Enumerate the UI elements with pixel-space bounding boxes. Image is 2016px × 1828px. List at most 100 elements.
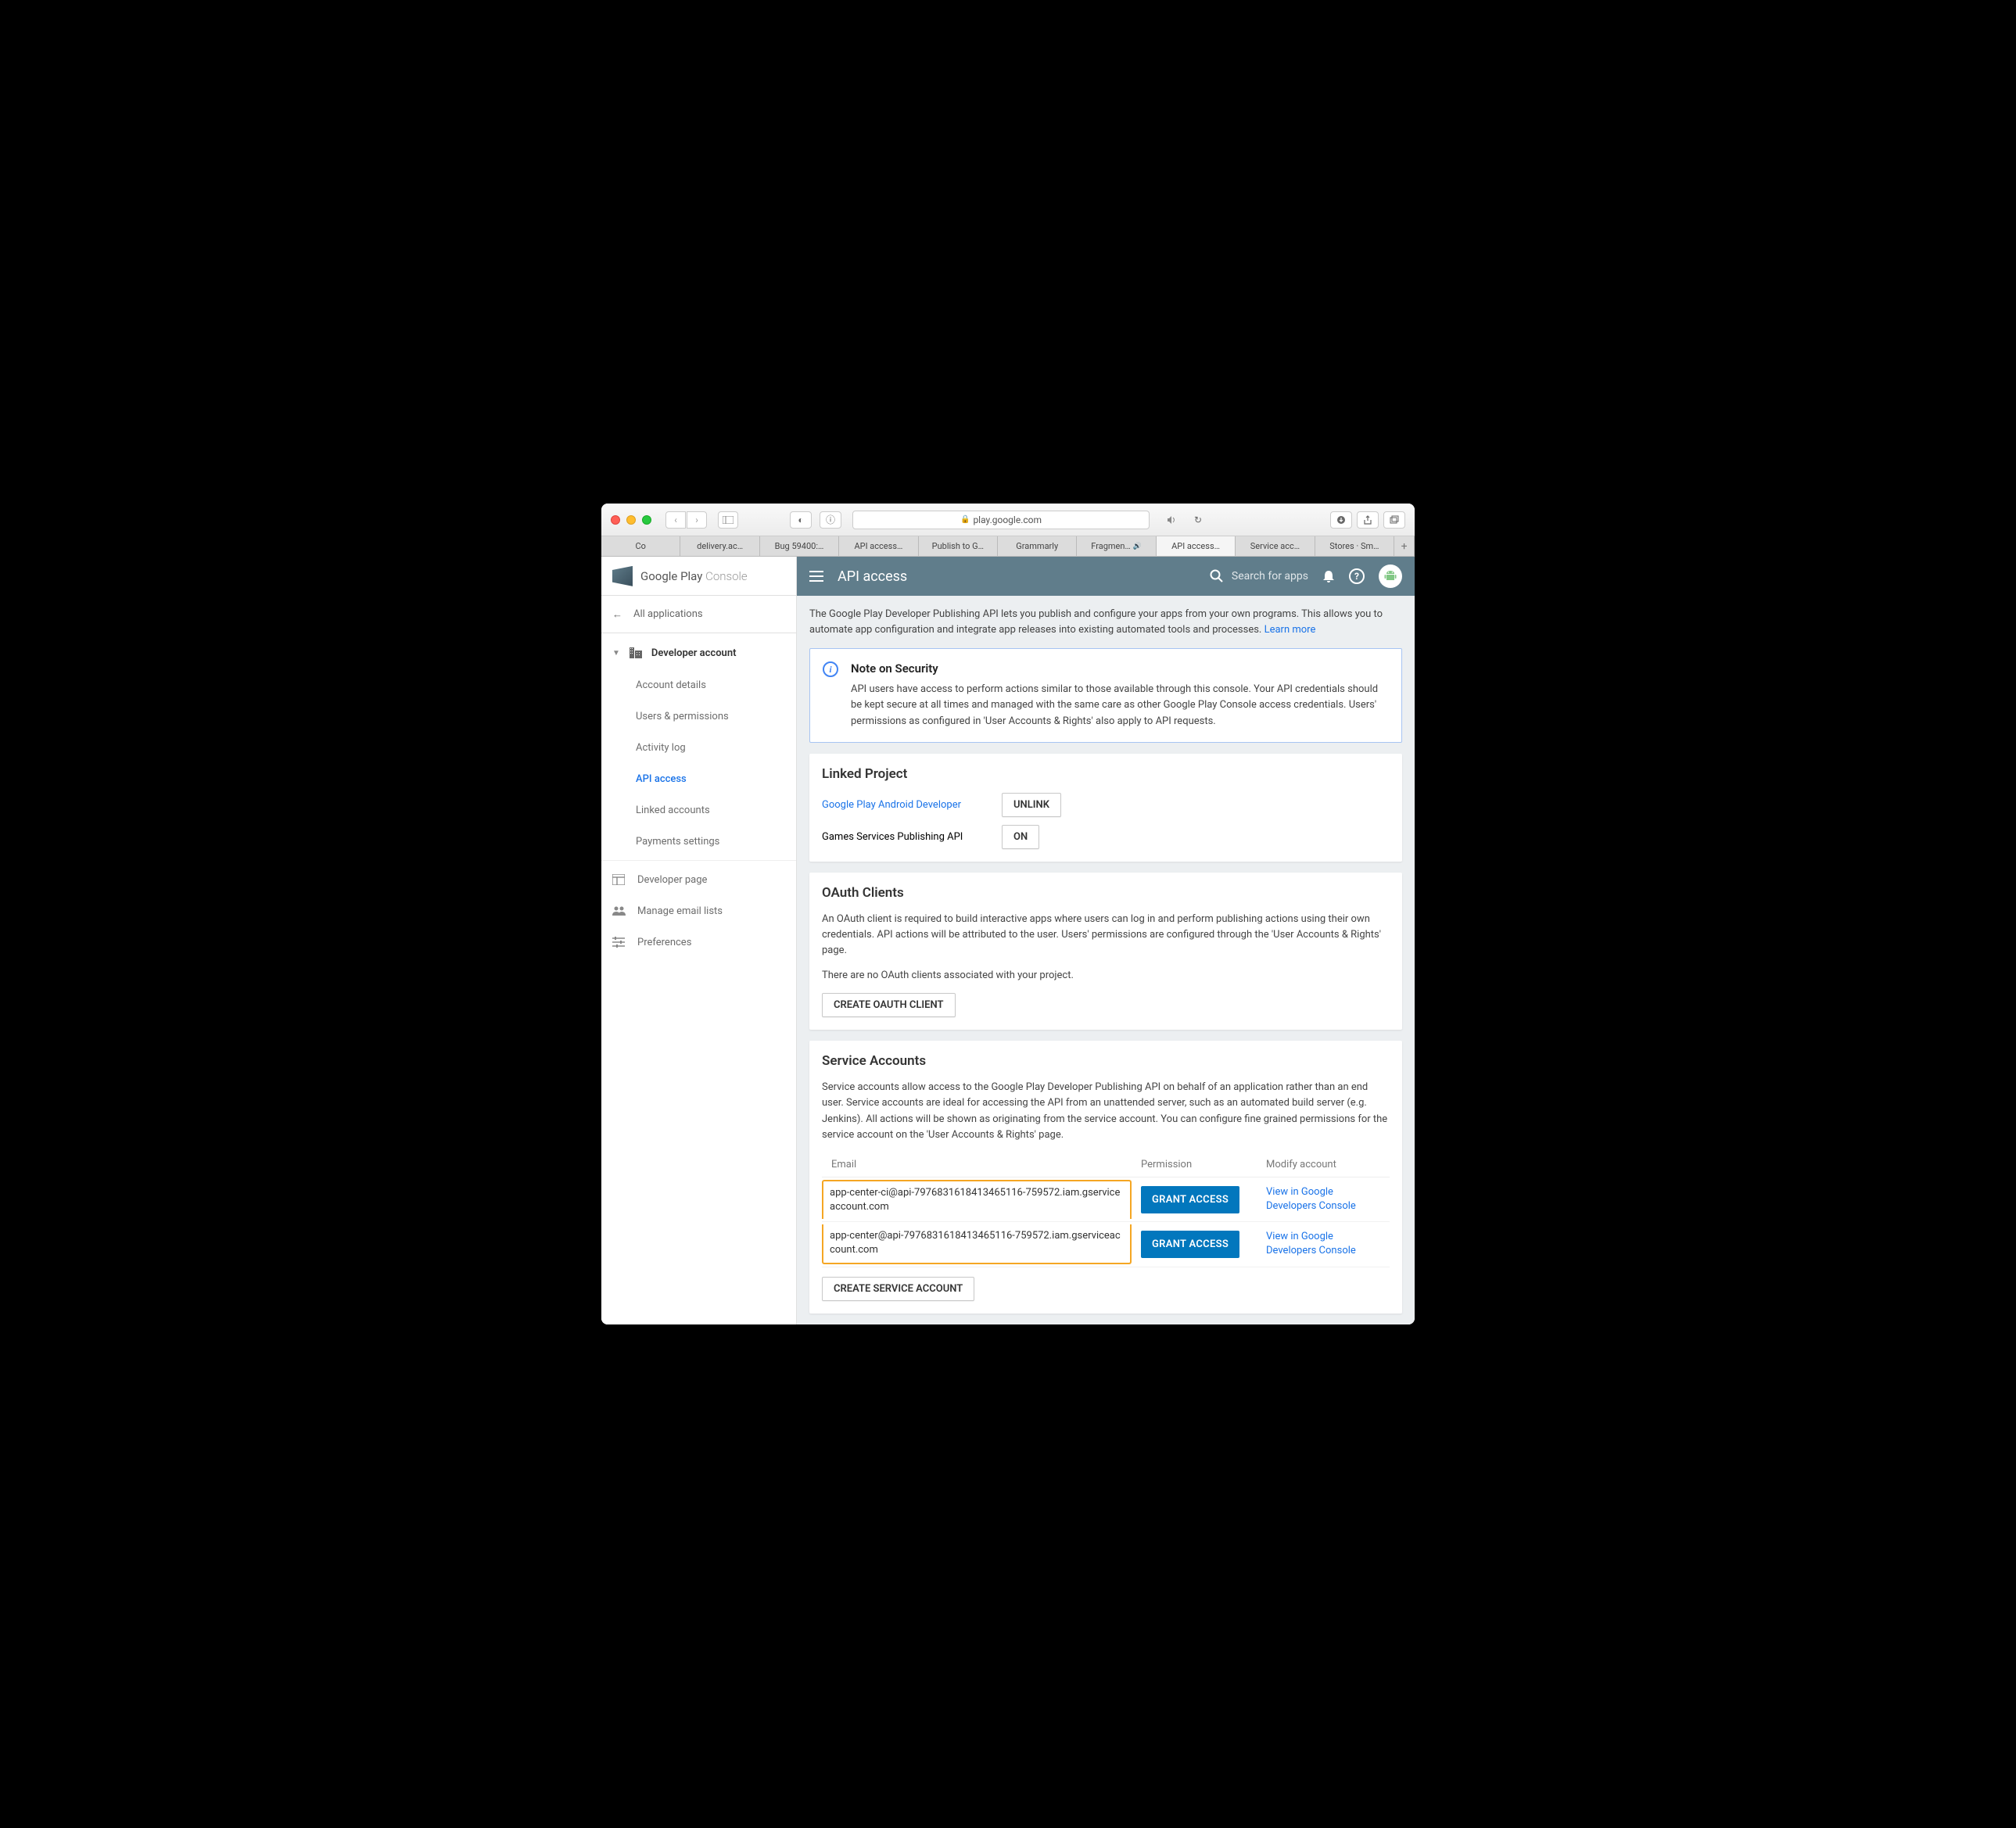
- brand: Google Play Console: [601, 557, 796, 596]
- unlink-button[interactable]: UNLINK: [1002, 793, 1061, 817]
- sidebar-item-api-access[interactable]: API access: [601, 763, 796, 794]
- oauth-clients-card: OAuth Clients An OAuth client is require…: [809, 873, 1402, 1030]
- view-in-console-link[interactable]: View in Google Developers Console: [1266, 1230, 1380, 1258]
- all-applications-link[interactable]: ← All applications: [601, 596, 796, 633]
- tab-3[interactable]: API access…: [839, 536, 918, 556]
- people-icon: [612, 906, 628, 916]
- tab-0[interactable]: Co: [601, 536, 680, 556]
- tab-bar: Co delivery.ac… Bug 59400:… API access… …: [601, 536, 1415, 557]
- titlebar: ‹ › ◐ ⓘ 🔒 play.google.com ↻: [601, 504, 1415, 536]
- sidebar-item-payments-settings[interactable]: Payments settings: [601, 826, 796, 857]
- note-title: Note on Security: [851, 661, 1389, 676]
- tab-5[interactable]: Grammarly: [998, 536, 1077, 556]
- svg-text:?: ?: [1354, 571, 1359, 582]
- maximize-window-button[interactable]: [642, 515, 651, 525]
- table-row: app-center@api-7976831618413465116-75957…: [822, 1222, 1390, 1267]
- tab-2[interactable]: Bug 59400:…: [760, 536, 839, 556]
- service-accounts-description: Service accounts allow access to the Goo…: [822, 1080, 1390, 1143]
- chevron-down-icon: ▼: [612, 649, 620, 658]
- info-icon: i: [823, 661, 838, 677]
- grant-access-button[interactable]: GRANT ACCESS: [1141, 1231, 1239, 1258]
- sidebar-item-developer-page[interactable]: Developer page: [601, 864, 796, 895]
- sidebar-item-activity-log[interactable]: Activity log: [601, 732, 796, 763]
- tab-6[interactable]: Fragmen… 🔊: [1077, 536, 1156, 556]
- sidebar-item-label: Preferences: [637, 937, 691, 948]
- nav-buttons: ‹ ›: [665, 511, 707, 529]
- menu-button[interactable]: [809, 571, 823, 582]
- search-button[interactable]: Search for apps: [1210, 569, 1308, 583]
- sidebar-toggle-button[interactable]: [718, 511, 738, 529]
- share-button[interactable]: [1357, 511, 1379, 529]
- share-icon: [1363, 515, 1372, 525]
- view-in-console-link[interactable]: View in Google Developers Console: [1266, 1185, 1380, 1213]
- card-title: OAuth Clients: [822, 885, 1390, 901]
- nav-section-header[interactable]: ▼ Developer account: [601, 636, 796, 669]
- create-service-account-button[interactable]: CREATE SERVICE ACCOUNT: [822, 1277, 974, 1301]
- content-area: API access Search for apps ? The Google …: [797, 557, 1415, 1324]
- page-header: API access Search for apps ?: [797, 557, 1415, 596]
- highlighted-email-2: app-center@api-7976831618413465116-75957…: [822, 1224, 1132, 1263]
- tabs-icon: [1390, 515, 1399, 525]
- help-icon: ?: [1349, 568, 1365, 584]
- sidebar-item-label: Manage email lists: [637, 905, 723, 917]
- sidebar-icon: [723, 516, 734, 524]
- sidebar-item-linked-accounts[interactable]: Linked accounts: [601, 794, 796, 826]
- sidebar-item-account-details[interactable]: Account details: [601, 669, 796, 701]
- sidebar-item-manage-email[interactable]: Manage email lists: [601, 895, 796, 927]
- service-account-email: app-center-ci@api-7976831618413465116-75…: [830, 1187, 1120, 1213]
- tab-1[interactable]: delivery.ac…: [680, 536, 759, 556]
- security-note: i Note on Security API users have access…: [809, 648, 1402, 742]
- grant-access-button[interactable]: GRANT ACCESS: [1141, 1186, 1239, 1213]
- notifications-button[interactable]: [1322, 569, 1335, 583]
- downloads-button[interactable]: [1330, 511, 1352, 529]
- column-header-permission: Permission: [1132, 1152, 1257, 1177]
- left-nav: Google Play Console ← All applications ▼…: [601, 557, 797, 1324]
- create-oauth-client-button[interactable]: CREATE OAUTH CLIENT: [822, 993, 956, 1017]
- address-bar[interactable]: 🔒 play.google.com: [852, 511, 1150, 529]
- service-account-email: app-center@api-7976831618413465116-75957…: [830, 1230, 1121, 1256]
- service-accounts-table: Email Permission Modify account app-cent…: [822, 1152, 1390, 1267]
- reload-button[interactable]: ↻: [1187, 511, 1209, 529]
- minimize-window-button[interactable]: [626, 515, 636, 525]
- app-shell: Google Play Console ← All applications ▼…: [601, 557, 1415, 1324]
- project-name: Games Services Publishing API: [822, 831, 1002, 843]
- play-logo-icon: [612, 566, 633, 586]
- sidebar-item-label: Developer page: [637, 874, 707, 886]
- tab-9[interactable]: Stores · Sm…: [1315, 536, 1394, 556]
- speaker-icon: 🔊: [1133, 543, 1142, 550]
- android-icon: [1383, 569, 1397, 583]
- tab-8[interactable]: Service acc…: [1236, 536, 1315, 556]
- arrow-left-icon: ←: [612, 608, 622, 621]
- new-tab-button[interactable]: +: [1394, 536, 1415, 556]
- project-link[interactable]: Google Play Android Developer: [822, 799, 1002, 811]
- back-button[interactable]: ‹: [665, 511, 686, 529]
- speaker-icon: [1167, 515, 1176, 525]
- site-info-button[interactable]: ⓘ: [820, 511, 841, 529]
- nav-section-label: Developer account: [651, 647, 737, 659]
- service-accounts-card: Service Accounts Service accounts allow …: [809, 1041, 1402, 1313]
- audio-button[interactable]: [1160, 511, 1182, 529]
- tab-7[interactable]: API access…: [1157, 536, 1236, 556]
- brand-text: Google Play Console: [640, 569, 748, 583]
- table-header-row: Email Permission Modify account: [822, 1152, 1390, 1177]
- close-window-button[interactable]: [611, 515, 620, 525]
- linked-project-row: Games Services Publishing API ON: [822, 825, 1390, 849]
- card-title: Service Accounts: [822, 1053, 1390, 1069]
- download-icon: [1336, 515, 1346, 525]
- divider: [601, 860, 796, 861]
- forward-button[interactable]: ›: [687, 511, 707, 529]
- intro-text: The Google Play Developer Publishing API…: [797, 596, 1415, 648]
- sidebar-item-preferences[interactable]: Preferences: [601, 927, 796, 958]
- linked-project-card: Linked Project Google Play Android Devel…: [809, 754, 1402, 862]
- column-header-modify: Modify account: [1257, 1152, 1390, 1177]
- sidebar-item-users-permissions[interactable]: Users & permissions: [601, 701, 796, 732]
- web-icon: [612, 874, 628, 885]
- help-button[interactable]: ?: [1349, 568, 1365, 584]
- tab-4[interactable]: Publish to G…: [919, 536, 998, 556]
- learn-more-link[interactable]: Learn more: [1264, 624, 1316, 636]
- account-avatar[interactable]: [1379, 565, 1402, 588]
- url-text: play.google.com: [973, 514, 1042, 525]
- tabs-button[interactable]: [1383, 511, 1405, 529]
- toggle-on-button[interactable]: ON: [1002, 825, 1039, 849]
- reader-button[interactable]: ◐: [790, 511, 812, 529]
